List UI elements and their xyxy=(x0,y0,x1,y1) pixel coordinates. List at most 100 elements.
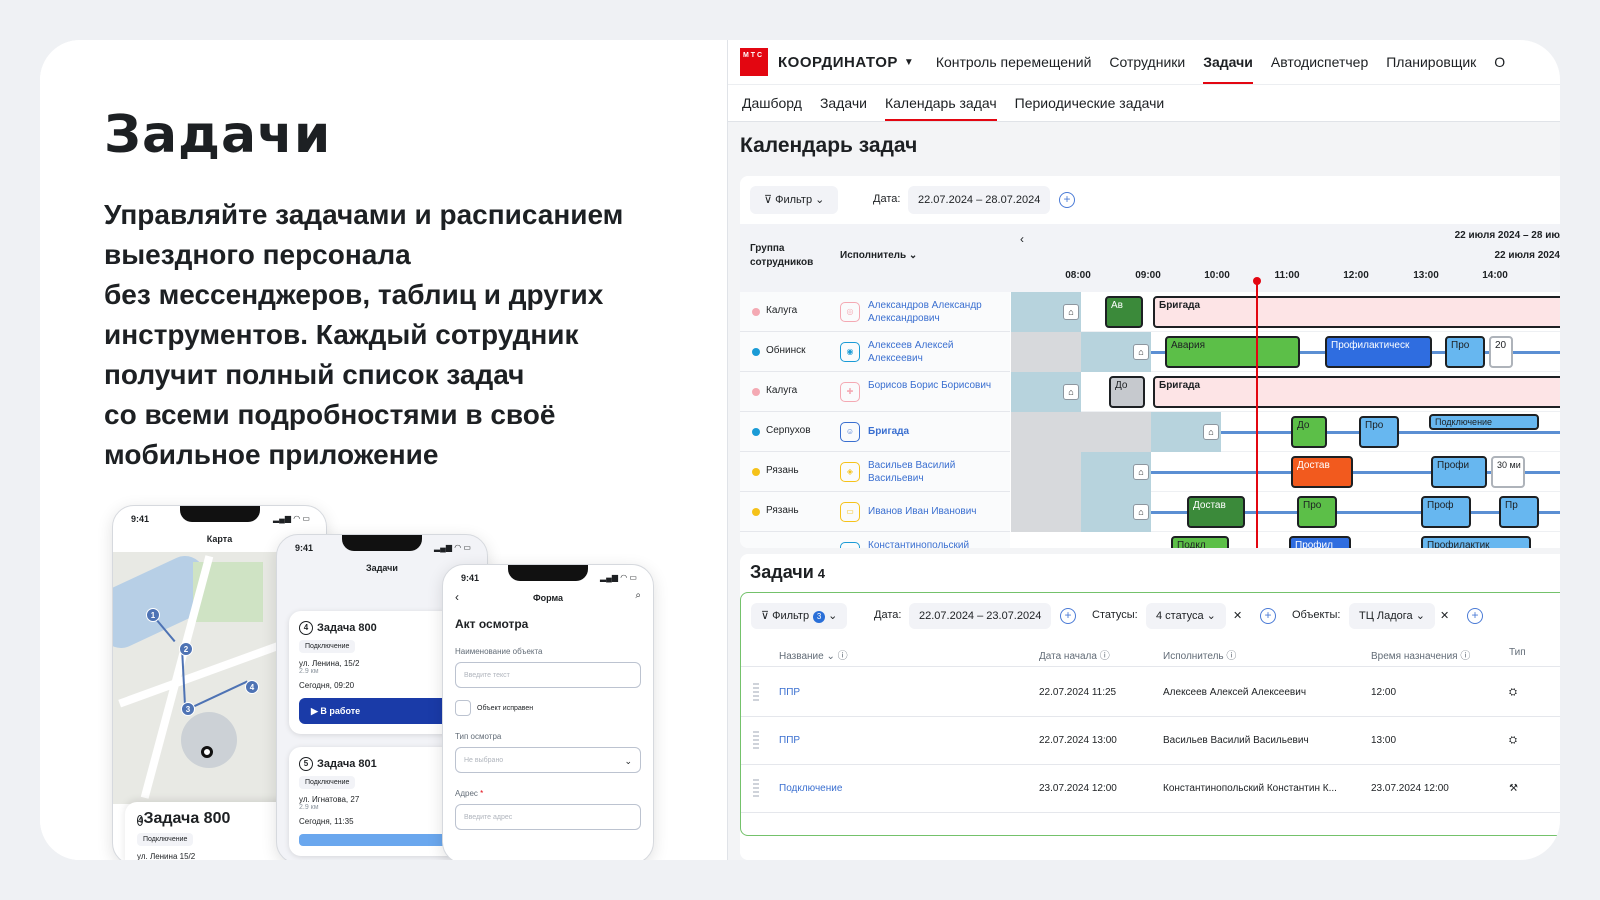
employee-name[interactable]: Васильев Василий Васильевич xyxy=(868,459,998,485)
home-icon[interactable]: ⌂ xyxy=(1063,304,1079,320)
task-executor: Константинопольский Константин К... xyxy=(1163,783,1337,794)
calendar-header: Группа сотрудников Исполнитель ⌄ ‹ 22 ию… xyxy=(740,224,1560,292)
column-name[interactable]: Название ⌄ ⓘ xyxy=(779,647,848,662)
task-block[interactable]: Подключение xyxy=(1429,414,1539,430)
map-pin[interactable]: 1 xyxy=(146,608,160,622)
task-block[interactable]: Про xyxy=(1445,336,1485,368)
chevron-down-icon[interactable]: ▼ xyxy=(904,57,914,68)
date-range-picker[interactable]: 22.07.2024 – 23.07.2024 xyxy=(909,603,1052,629)
tab-task-calendar[interactable]: Календарь задач xyxy=(884,85,997,121)
column-type[interactable]: Тип xyxy=(1509,647,1526,658)
employee-name[interactable]: Константинопольский xyxy=(868,539,998,548)
objects-select[interactable]: ТЦ Ладога ⌄ xyxy=(1349,603,1435,629)
employee-row[interactable]: ◉ Константинопольский xyxy=(740,532,1010,548)
add-object-icon[interactable]: + xyxy=(1467,608,1483,624)
task-assign-time: 13:00 xyxy=(1371,735,1397,746)
task-block[interactable]: Авария xyxy=(1165,336,1300,368)
task-block[interactable]: До xyxy=(1291,416,1327,448)
crew-label: Бригада xyxy=(1159,300,1201,311)
crew-block[interactable]: Бригада xyxy=(1153,376,1560,408)
home-icon[interactable]: ⌂ xyxy=(1133,504,1149,520)
tab-tasks[interactable]: Задачи xyxy=(820,85,867,121)
object-ok-checkbox[interactable]: Объект исправен xyxy=(455,700,641,716)
employee-row[interactable]: Калуга ◎ Александров Александр Александр… xyxy=(740,292,1010,332)
task-block[interactable]: Про xyxy=(1297,496,1337,528)
employee-name[interactable]: Борисов Борис Борисович xyxy=(868,379,998,392)
clear-status-icon[interactable]: ✕ xyxy=(1233,609,1242,622)
map-pin[interactable]: 2 xyxy=(179,642,193,656)
map-pin[interactable]: 3 xyxy=(181,702,195,716)
tab-dashboard[interactable]: Дашборд xyxy=(742,85,802,121)
filter-button[interactable]: ⊽ Фильтр ⌄ xyxy=(750,186,839,214)
employee-name[interactable]: Александров Александр Александрович xyxy=(868,299,998,325)
column-start-date[interactable]: Дата начала ⓘ xyxy=(1039,647,1110,662)
task-block[interactable]: Профилактическ xyxy=(1325,336,1432,368)
column-executor-label: Исполнитель xyxy=(840,250,907,261)
employee-name[interactable]: Бригада xyxy=(868,425,998,438)
add-status-icon[interactable]: + xyxy=(1260,608,1276,624)
date-label: Дата: xyxy=(874,609,902,621)
add-date-icon[interactable]: + xyxy=(1060,608,1076,624)
task-block[interactable]: До xyxy=(1109,376,1145,408)
employee-name[interactable]: Алексеев Алексей Алексеевич xyxy=(868,339,998,365)
nav-item-more[interactable]: О xyxy=(1494,40,1505,84)
task-name-link[interactable]: ППР xyxy=(779,687,800,698)
drag-handle-icon[interactable] xyxy=(753,779,759,799)
nav-item-autodispatch[interactable]: Автодиспетчер xyxy=(1271,40,1368,84)
employee-row[interactable]: Рязань ◈ Васильев Василий Васильевич xyxy=(740,452,1010,492)
task-block[interactable]: Профи xyxy=(1431,456,1487,488)
back-icon[interactable]: ‹ xyxy=(455,590,459,604)
date-range-picker[interactable]: 22.07.2024 – 28.07.2024 xyxy=(908,186,1051,214)
brand-name[interactable]: КООРДИНАТОР xyxy=(778,54,898,71)
task-block[interactable]: Профил xyxy=(1289,536,1351,548)
nav-item-movements[interactable]: Контроль перемещений xyxy=(936,40,1092,84)
table-row[interactable]: ППР 22.07.2024 13:00 Васильев Василий Ва… xyxy=(741,717,1560,765)
nav-item-tasks[interactable]: Задачи xyxy=(1203,40,1253,84)
time-block[interactable]: 30 ми xyxy=(1491,456,1525,488)
chevron-left-icon[interactable]: ‹ xyxy=(1020,232,1024,246)
employee-row[interactable]: Серпухов ☺ Бригада xyxy=(740,412,1010,452)
inspection-type-label: Тип осмотра xyxy=(455,732,502,741)
time-block[interactable]: 20 xyxy=(1489,336,1513,368)
task-name-link[interactable]: ППР xyxy=(779,735,800,746)
drag-handle-icon[interactable] xyxy=(753,683,759,703)
column-executor[interactable]: Исполнитель ⌄ xyxy=(840,250,917,261)
home-icon[interactable]: ⌂ xyxy=(1063,384,1079,400)
address-input[interactable]: Введите адрес xyxy=(455,804,641,830)
inspection-type-select[interactable]: Не выбрано ⌄ xyxy=(455,747,641,773)
filter-button[interactable]: ⊽ Фильтр 3 ⌄ xyxy=(751,603,848,629)
employee-name[interactable]: Иванов Иван Иванович xyxy=(868,505,998,518)
column-assign-time[interactable]: Время назначения ⓘ xyxy=(1371,647,1470,662)
column-name-label: Название xyxy=(779,651,824,662)
status-select[interactable]: 4 статуса ⌄ xyxy=(1146,603,1226,629)
checkbox-box[interactable] xyxy=(455,700,471,716)
employee-row[interactable]: Рязань ▭ Иванов Иван Иванович xyxy=(740,492,1010,532)
task-block[interactable]: Подкл xyxy=(1171,536,1229,548)
home-icon[interactable]: ⌂ xyxy=(1133,464,1149,480)
task-block[interactable]: Профилактик xyxy=(1421,536,1531,548)
task-block[interactable]: Достав xyxy=(1187,496,1245,528)
employee-row[interactable]: Обнинск ◉ Алексеев Алексей Алексеевич xyxy=(740,332,1010,372)
task-block[interactable]: Достав xyxy=(1291,456,1353,488)
task-block[interactable]: Про xyxy=(1359,416,1399,448)
table-row[interactable]: ППР 22.07.2024 11:25 Алексеев Алексей Ал… xyxy=(741,669,1560,717)
task-block[interactable]: Пр xyxy=(1499,496,1539,528)
task-block[interactable]: Ав xyxy=(1105,296,1143,328)
table-row[interactable]: Подключение 23.07.2024 12:00 Константино… xyxy=(741,765,1560,813)
nav-item-employees[interactable]: Сотрудники xyxy=(1109,40,1185,84)
tab-periodic-tasks[interactable]: Периодические задачи xyxy=(1015,85,1165,121)
task-block[interactable]: Проф xyxy=(1421,496,1471,528)
crew-block[interactable]: Бригада xyxy=(1153,296,1560,328)
object-name-input[interactable]: Введите текст xyxy=(455,662,641,688)
map-pin[interactable]: 4 xyxy=(245,680,259,694)
search-icon[interactable]: ⌕ xyxy=(635,590,641,601)
home-icon[interactable]: ⌂ xyxy=(1203,424,1219,440)
drag-handle-icon[interactable] xyxy=(753,731,759,751)
clear-objects-icon[interactable]: ✕ xyxy=(1440,609,1449,622)
home-icon[interactable]: ⌂ xyxy=(1133,344,1149,360)
task-name-link[interactable]: Подключение xyxy=(779,783,842,794)
nav-item-planner[interactable]: Планировщик xyxy=(1386,40,1476,84)
add-filter-icon[interactable]: + xyxy=(1059,192,1075,208)
employee-row[interactable]: Калуга ✚ Борисов Борис Борисович xyxy=(740,372,1010,412)
column-executor[interactable]: Исполнитель ⓘ xyxy=(1163,647,1236,662)
